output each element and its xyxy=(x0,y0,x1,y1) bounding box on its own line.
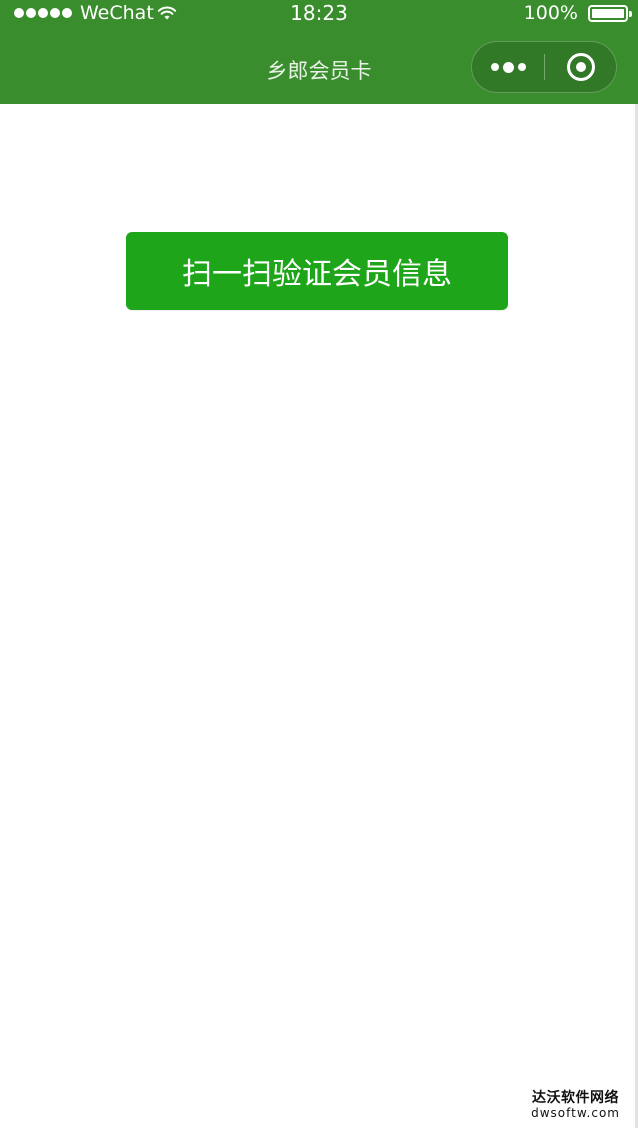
battery-icon xyxy=(588,4,632,22)
status-bar: WeChat 18:23 100% xyxy=(0,0,638,28)
top-bar: WeChat 18:23 100% 乡郎会员卡 xyxy=(0,0,638,104)
watermark-en: dwsoftw.com xyxy=(531,1106,620,1120)
close-mini-program-button[interactable] xyxy=(545,42,617,92)
wechat-mini-program-screen: WeChat 18:23 100% 乡郎会员卡 扫一扫验证会员信息 达沃软件网络… xyxy=(0,0,638,1128)
navigation-bar: 乡郎会员卡 xyxy=(0,28,638,104)
target-close-icon xyxy=(567,53,595,81)
status-right: 100% xyxy=(523,2,632,24)
menu-capsule xyxy=(471,41,617,93)
battery-percentage: 100% xyxy=(523,2,578,24)
watermark-cn: 达沃软件网络 xyxy=(532,1090,620,1106)
more-dots-icon xyxy=(490,63,499,71)
scan-verify-member-button[interactable]: 扫一扫验证会员信息 xyxy=(126,232,508,310)
watermark-logo: 达沃软件网络 dwsoftw.com xyxy=(531,1090,620,1120)
more-button[interactable] xyxy=(472,42,544,92)
